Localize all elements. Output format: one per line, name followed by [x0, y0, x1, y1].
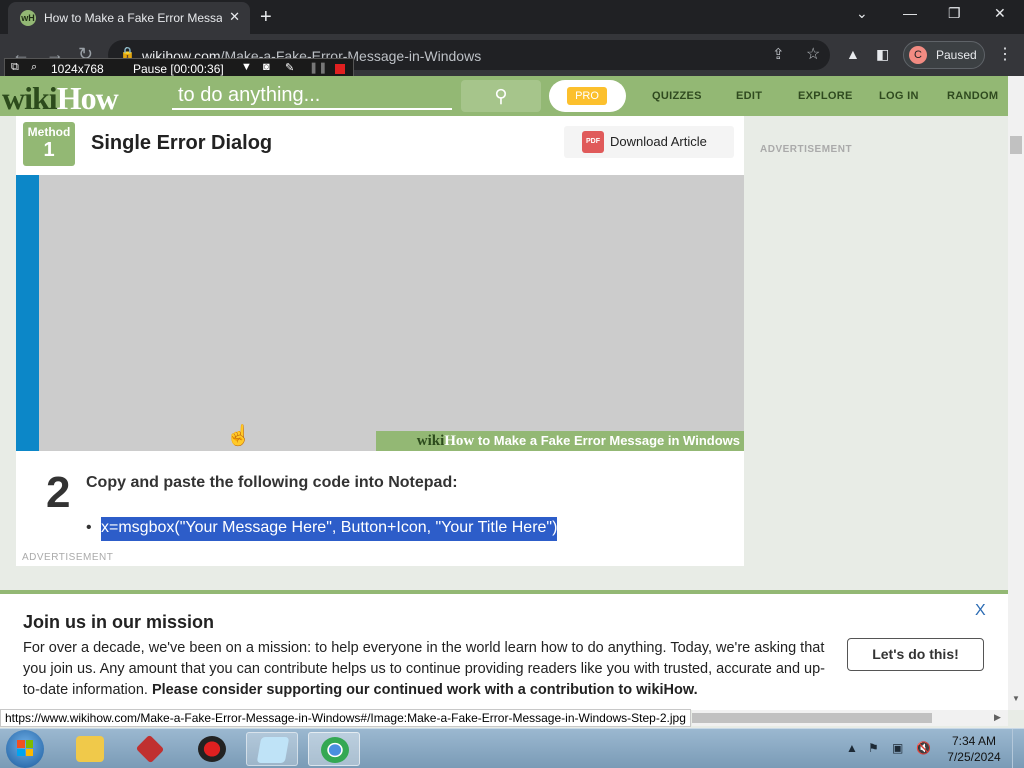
method-label: Method [27, 125, 71, 139]
taskbar-explorer[interactable] [64, 732, 116, 766]
recorder-pause-icon[interactable]: ❚❚ [309, 61, 327, 74]
lets-do-this-button[interactable]: Let's do this! [847, 638, 984, 671]
horizontal-scrollbar[interactable]: ▶ [692, 710, 1008, 726]
mission-body: For over a decade, we've been on a missi… [23, 638, 833, 701]
tab-search-icon[interactable]: ⌄ [856, 5, 868, 22]
method-badge: Method 1 [23, 122, 75, 166]
status-url: https://www.wikihow.com/Make-a-Fake-Erro… [0, 709, 691, 727]
method-number: 1 [43, 139, 55, 161]
tab-title: How to Make a Fake Error Message in Wind… [44, 11, 222, 25]
close-window-icon[interactable]: ✕ [994, 5, 1006, 22]
site-search [172, 82, 452, 110]
step-image-blue-bar [16, 175, 39, 451]
taskbar-clock[interactable]: 7:34 AM 7/25/2024 [942, 733, 1006, 765]
ad-label: ADVERTISEMENT [22, 552, 114, 563]
nav-log-in[interactable]: LOG IN [879, 90, 919, 102]
media-player-icon [198, 736, 226, 762]
watermark-how: How [444, 433, 475, 449]
image-watermark: wikiHow to Make a Fake Error Message in … [376, 431, 744, 451]
nav-quizzes[interactable]: QUIZZES [652, 90, 702, 102]
profile-status: Paused [936, 48, 977, 62]
vertical-scrollbar[interactable]: ▼ [1008, 76, 1024, 710]
profile-avatar: C [909, 46, 927, 64]
search-input[interactable] [172, 82, 452, 108]
logo-wiki: wiki [2, 80, 58, 116]
windows-taskbar: ▲ ⚑ ▣ 🔇 7:34 AM 7/25/2024 [0, 728, 1024, 768]
show-desktop-button[interactable] [1012, 729, 1024, 768]
mission-title: Join us in our mission [23, 612, 215, 632]
recorder-dropdown-icon[interactable]: ▼ [241, 61, 252, 73]
code-line-selected[interactable]: x=msgbox("Your Message Here", Button+Ico… [101, 517, 558, 541]
profile-button[interactable]: C Paused [903, 41, 985, 69]
taskbar-notepad[interactable] [246, 732, 298, 766]
labs-flask-icon[interactable]: ▲ [846, 46, 860, 62]
close-tab-icon[interactable]: ✕ [229, 9, 240, 25]
watermark-text: to Make a Fake Error Message in Windows [474, 433, 740, 448]
notepad-icon [256, 737, 290, 763]
site-header: wikiHow ⚲ PRO QUIZZES EDIT EXPLORE LOG I… [0, 76, 1008, 116]
scroll-right-arrow-icon[interactable]: ▶ [994, 712, 1001, 723]
browser-tab[interactable]: wH How to Make a Fake Error Message in W… [8, 2, 250, 34]
logo-how: How [56, 80, 119, 116]
recorder-size: 1024x768 [51, 62, 104, 76]
minimize-icon[interactable]: — [903, 5, 917, 21]
pro-button[interactable]: PRO [549, 80, 626, 112]
restore-icon[interactable]: ❐ [948, 5, 961, 22]
search-button[interactable]: ⚲ [461, 80, 541, 112]
scroll-down-arrow-icon[interactable]: ▼ [1012, 694, 1020, 703]
pro-badge: PRO [567, 87, 607, 105]
taskbar-chrome[interactable] [308, 732, 360, 766]
sidebar-ad-label: ADVERTISEMENT [760, 144, 853, 155]
recorder-stop-icon[interactable] [335, 64, 345, 74]
bookmark-star-icon[interactable]: ☆ [806, 44, 820, 64]
mission-body-bold: Please consider supporting our continued… [151, 682, 698, 698]
recorder-pen-icon[interactable]: ✎ [285, 61, 294, 74]
taskbar-media-player[interactable] [186, 732, 238, 766]
start-button[interactable] [6, 730, 44, 768]
wikihow-favicon-icon: wH [20, 10, 36, 26]
download-label: Download Article [610, 134, 707, 149]
step-number: 2 [46, 468, 71, 517]
windows-logo-icon [17, 740, 33, 756]
network-icon[interactable]: ▣ [892, 741, 903, 755]
menu-kebab-icon[interactable]: ⋮ [997, 44, 1013, 64]
bullet-icon: • [86, 519, 92, 536]
step-image[interactable]: wikiHow to Make a Fake Error Message in … [16, 175, 744, 451]
share-icon[interactable]: ⇪ [772, 45, 785, 63]
folder-icon [76, 736, 104, 762]
recorder-status: Pause [00:00:36] [133, 62, 224, 76]
close-banner-button[interactable]: X [975, 602, 986, 620]
screen-recorder-bar: ⧉ ⌕ 1024x768 Pause [00:00:36] ▼ ◙ ✎ ❚❚ [4, 58, 354, 78]
nav-random[interactable]: RANDOM [947, 90, 998, 102]
winrar-icon [135, 734, 165, 764]
volume-muted-icon[interactable]: 🔇 [916, 741, 931, 755]
taskbar-winrar[interactable] [124, 732, 176, 766]
pdf-icon: PDF [582, 131, 604, 153]
horizontal-scroll-thumb[interactable] [692, 713, 932, 723]
clock-date: 7/25/2024 [947, 750, 1001, 764]
chrome-icon [321, 737, 349, 763]
hand-cursor-icon: ☝ [226, 425, 251, 447]
action-center-flag-icon[interactable]: ⚑ [868, 741, 879, 755]
watermark-wiki: wiki [416, 433, 445, 449]
tray-expand-icon[interactable]: ▲ [846, 741, 858, 755]
side-panel-icon[interactable]: ◧ [876, 46, 889, 63]
recorder-camera-icon[interactable]: ◙ [263, 61, 270, 73]
nav-edit[interactable]: EDIT [736, 90, 762, 102]
search-icon: ⚲ [494, 86, 508, 106]
new-tab-icon[interactable]: + [260, 6, 272, 29]
article-section: Method 1 Single Error Dialog PDF Downloa… [16, 116, 744, 566]
step-text: Copy and paste the following code into N… [86, 474, 458, 491]
vertical-scroll-thumb[interactable] [1010, 136, 1022, 154]
nav-explore[interactable]: EXPLORE [798, 90, 853, 102]
screen: wH How to Make a Fake Error Message in W… [0, 0, 1024, 768]
recorder-window-icon[interactable]: ⧉ [11, 61, 19, 74]
mission-banner: Join us in our mission For over a decade… [0, 590, 1008, 710]
method-title: Single Error Dialog [91, 132, 273, 154]
wikihow-logo[interactable]: wikiHow [2, 80, 119, 117]
clock-time: 7:34 AM [951, 734, 997, 748]
recorder-zoom-icon[interactable]: ⌕ [31, 61, 37, 74]
download-article-button[interactable]: PDF Download Article [564, 126, 734, 158]
browser-tabbar: wH How to Make a Fake Error Message in W… [0, 0, 1024, 34]
